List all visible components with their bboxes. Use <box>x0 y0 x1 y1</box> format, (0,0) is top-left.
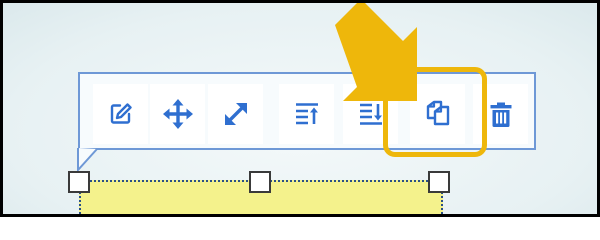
resize-handle-top-middle[interactable] <box>249 171 271 193</box>
pointing-arrow <box>335 3 417 101</box>
delete-icon <box>490 102 511 127</box>
move-icon <box>162 99 193 129</box>
resize-icon <box>224 103 247 125</box>
screenshot-frame <box>0 0 600 217</box>
resize-button[interactable] <box>208 84 263 144</box>
bring-forward-icon <box>295 103 318 125</box>
move-button[interactable] <box>150 84 205 144</box>
toolbar-pointer-tail <box>77 148 98 172</box>
resize-handle-top-left[interactable] <box>68 171 90 193</box>
edit-button[interactable] <box>93 84 148 144</box>
resize-handle-top-right[interactable] <box>428 171 450 193</box>
edit-icon <box>110 103 132 124</box>
